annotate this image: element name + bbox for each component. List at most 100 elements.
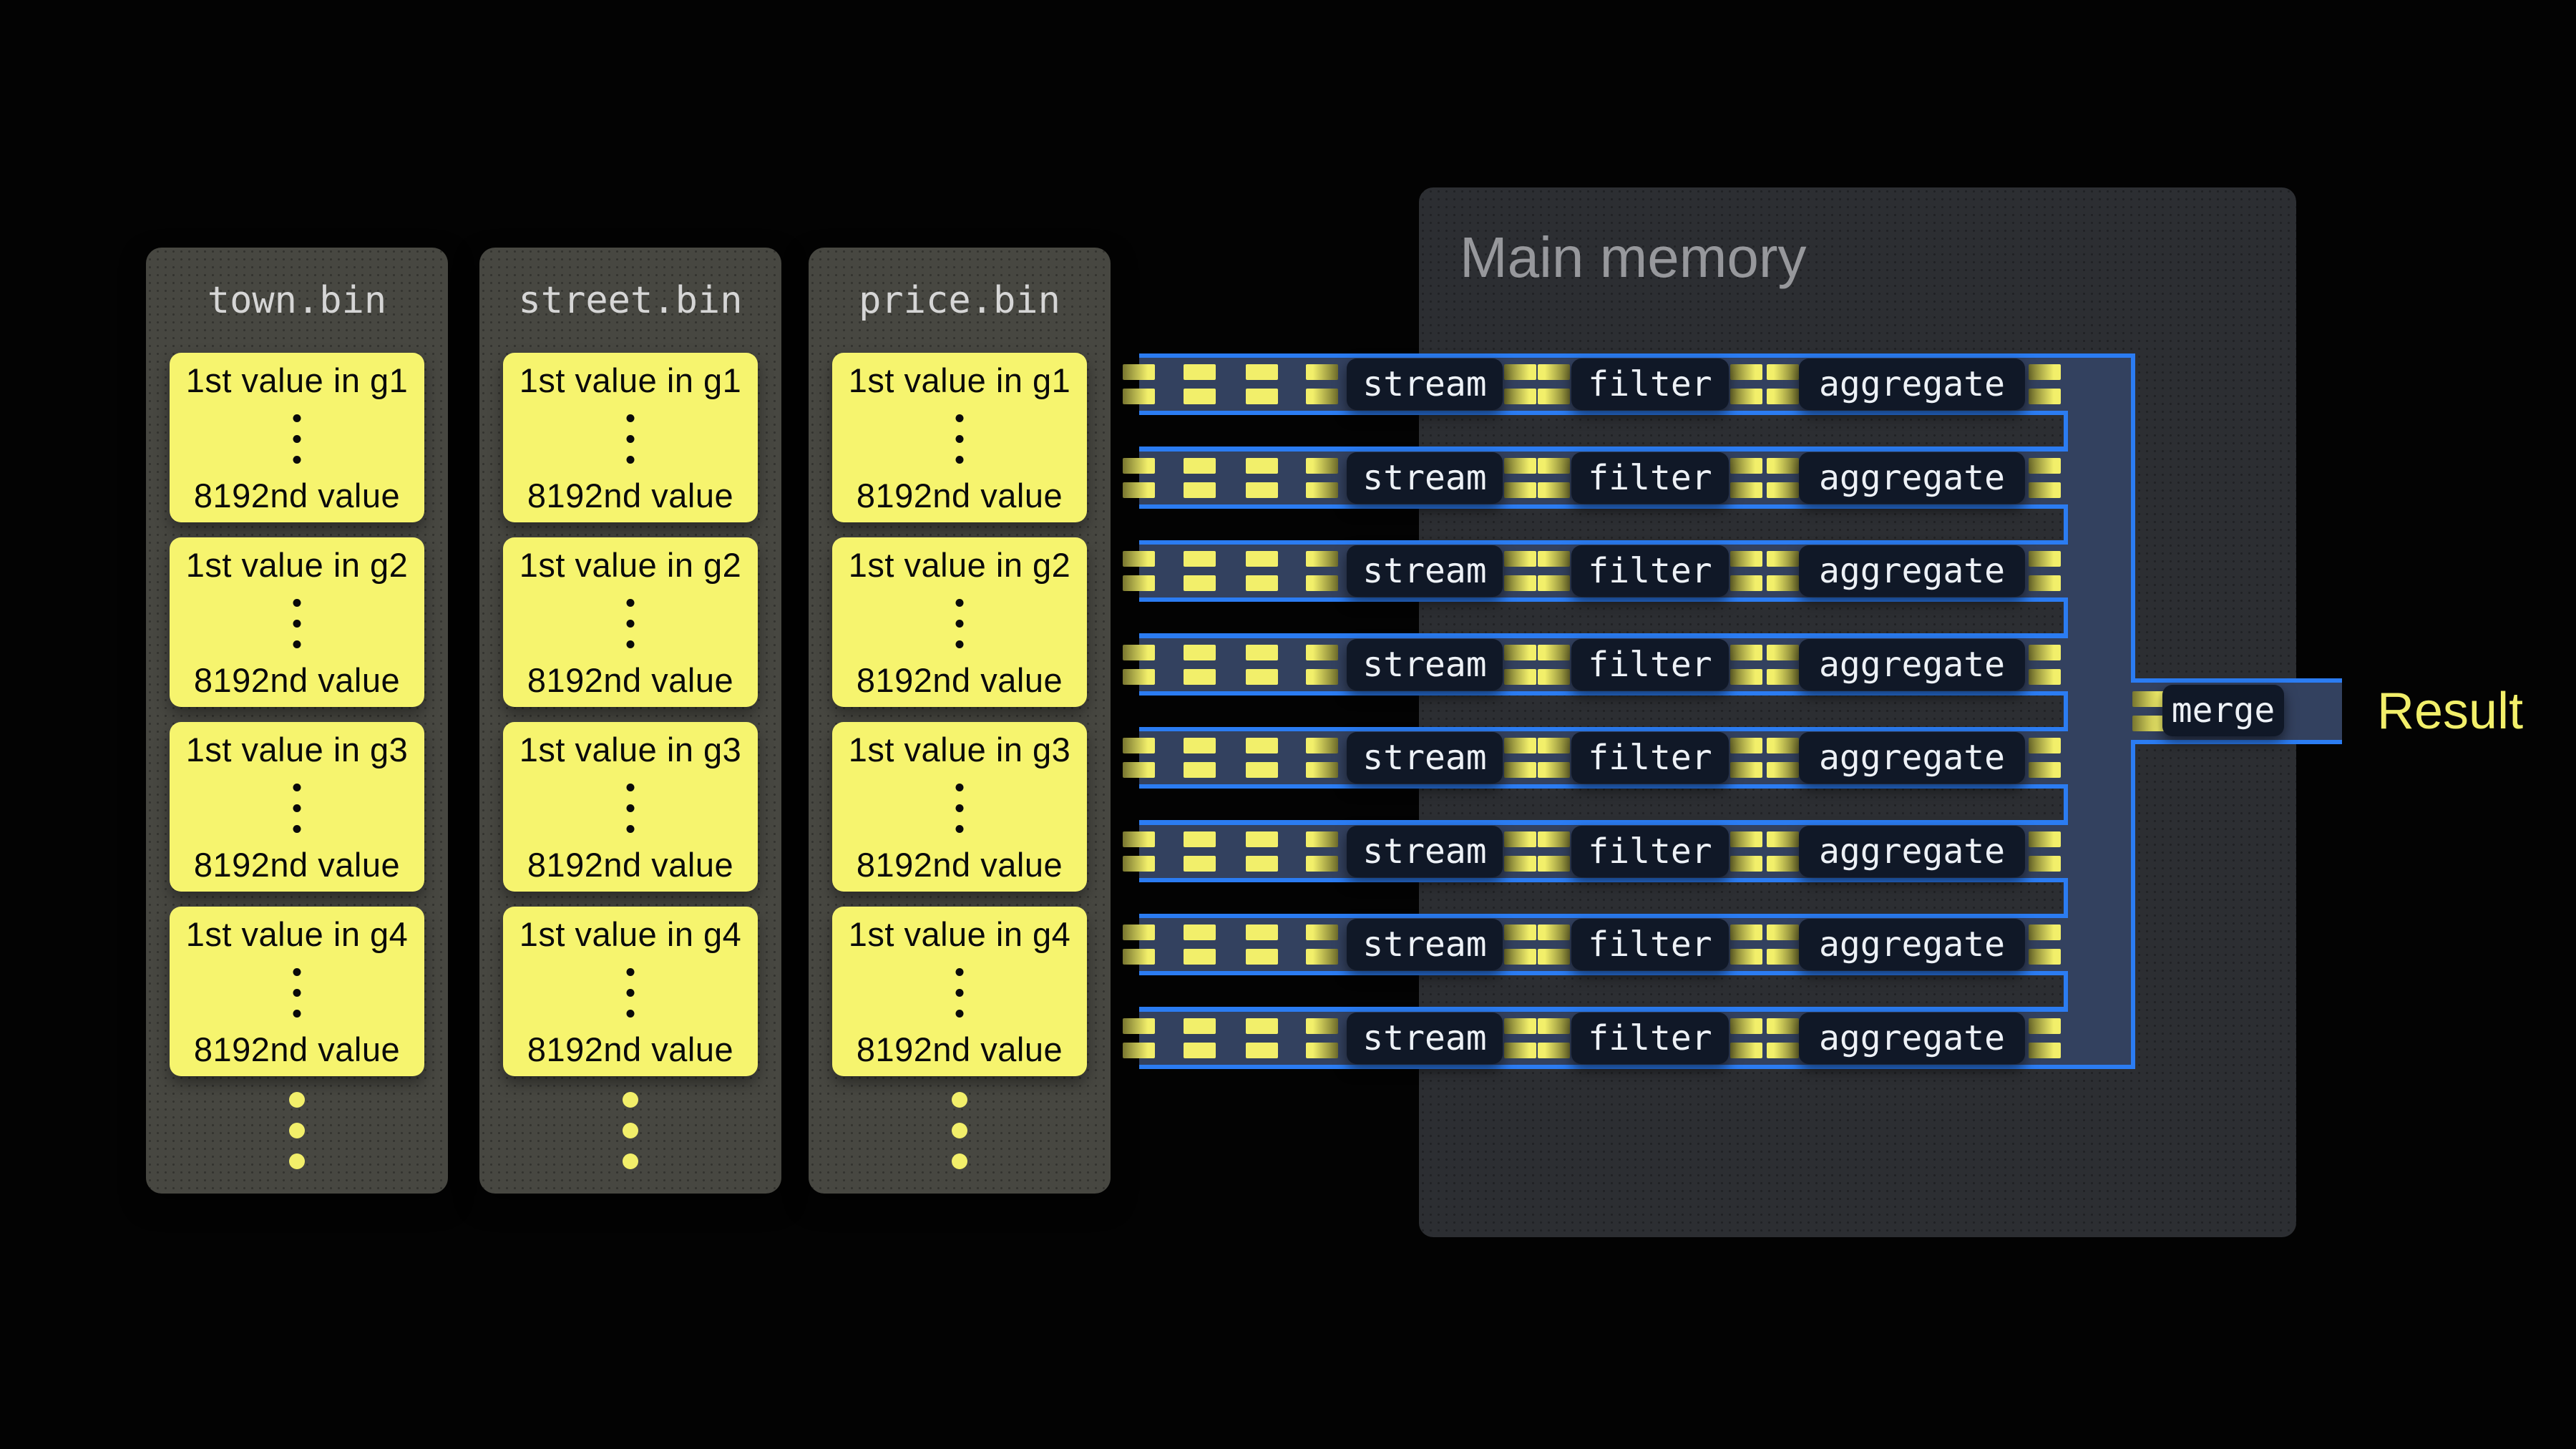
flow-dash-icon [1246,924,1278,965]
flow-dash-icon [1730,924,1762,965]
filter-operator-box: filter [1571,919,1729,970]
aggregate-operator-box: aggregate [1799,358,2025,410]
flow-dash-icon [1246,1018,1278,1058]
flow-dash-icon [1184,364,1216,404]
flow-dash-icon [2029,831,2061,872]
result-label: Result [2377,680,2523,743]
flow-dash-icon [1184,551,1216,591]
flow-dash-icon [1246,831,1278,872]
flow-dash-icon [1306,364,1338,404]
pipeline-layer: stream filter aggregate stream filter aggrega… [0,0,2576,1449]
flow-dash-icon [1504,645,1536,685]
flow-dash-icon [1730,458,1762,498]
flow-dash-icon [1538,1018,1570,1058]
flow-dash-icon [1306,738,1338,778]
flow-dash-icon [1730,738,1762,778]
flow-dash-icon [1123,458,1155,498]
flow-dash-icon [1767,551,1799,591]
stream-operator-box: stream [1347,919,1503,970]
flow-dash-icon [1123,924,1155,965]
filter-operator-box: filter [1571,545,1729,597]
flow-dash-icon [1184,738,1216,778]
flow-dash-icon [1730,364,1762,404]
pipeline-row-8: streamfilteraggregate [1123,1008,2068,1069]
stream-operator-box: stream [1347,826,1503,877]
stream-operator-box: stream [1347,545,1503,597]
flow-dash-icon [1767,645,1799,685]
filter-operator-box: filter [1571,639,1729,691]
filter-operator-box: filter [1571,826,1729,877]
flow-dash-icon [1538,738,1570,778]
flow-dash-icon [1767,924,1799,965]
pipeline-row-3: streamfilteraggregate [1123,540,2068,602]
flow-dash-icon [1767,364,1799,404]
merge-bus [2068,353,2135,1069]
aggregate-operator-box: aggregate [1799,919,2025,970]
flow-dash-icon [1306,831,1338,872]
flow-dash-icon [1123,551,1155,591]
aggregate-operator-box: aggregate [1799,639,2025,691]
flow-dash-icon [1306,645,1338,685]
flow-dash-icon [1767,458,1799,498]
diagram-canvas: Main memory town.bin1st value in g18192n… [0,0,2576,1449]
inter-pipeline-connector [1139,971,2068,1011]
flow-dash-icon [1538,924,1570,965]
flow-dash-icon [1306,458,1338,498]
flow-dash-icon [1246,364,1278,404]
flow-dash-icon [1184,645,1216,685]
filter-operator-box: filter [1571,452,1729,504]
flow-dash-icon [2029,364,2061,404]
aggregate-operator-box: aggregate [1799,732,2025,784]
flow-dash-icon [1767,738,1799,778]
flow-dash-icon [1184,924,1216,965]
flow-dash-icon [1123,645,1155,685]
pipeline-row-5: streamfilteraggregate [1123,727,2068,789]
flow-dash-icon [1504,458,1536,498]
flow-dash-icon [1246,645,1278,685]
flow-dash-icon [1123,1018,1155,1058]
flow-dash-icon [2029,458,2061,498]
flow-dash-icon [1730,551,1762,591]
flow-dash-icon [1184,831,1216,872]
pipeline-row-2: stream filter aggregate [1123,447,2068,509]
inter-pipeline-connector [1139,504,2068,545]
flow-dash-icon [1504,831,1536,872]
stream-operator-box: stream [1347,452,1503,504]
flow-dash-icon [1504,364,1536,404]
flow-dash-icon [1504,551,1536,591]
inter-pipeline-connector [1139,597,2068,638]
flow-dash-icon [1538,458,1570,498]
flow-dash-icon [1123,738,1155,778]
flow-dash-icon [1123,831,1155,872]
flow-dash-icon [2132,691,2165,731]
flow-dash-icon [1767,1018,1799,1058]
merge-stub: merge [2131,678,2342,744]
flow-dash-icon [1538,645,1570,685]
flow-dash-icon [2029,551,2061,591]
flow-dash-icon [1730,645,1762,685]
flow-dash-icon [1184,458,1216,498]
flow-dash-icon [1184,1018,1216,1058]
stream-operator-box: stream [1347,639,1503,691]
flow-dash-icon [1767,831,1799,872]
aggregate-operator-box: aggregate [1799,826,2025,877]
flow-dash-icon [1246,551,1278,591]
flow-dash-icon [1538,831,1570,872]
merge-operator-box: merge [2162,685,2284,736]
flow-dash-icon [2029,924,2061,965]
flow-dash-icon [1504,738,1536,778]
inter-pipeline-connector [1139,691,2068,731]
flow-dash-icon [1306,1018,1338,1058]
stream-operator-box: stream [1347,732,1503,784]
pipeline-row-6: stream filter aggregate [1123,821,2068,882]
aggregate-operator-box: aggregate [1799,452,2025,504]
flow-dash-icon [1730,1018,1762,1058]
flow-dash-icon [1504,1018,1536,1058]
flow-dash-icon [1123,364,1155,404]
inter-pipeline-connector [1139,411,2068,451]
pipeline-row-4: stream filter aggregate [1123,634,2068,696]
inter-pipeline-connector [1139,878,2068,918]
stream-operator-box: stream [1347,358,1503,410]
flow-dash-icon [1246,458,1278,498]
pipeline-row-1: streamfilteraggregate [1123,353,2068,415]
